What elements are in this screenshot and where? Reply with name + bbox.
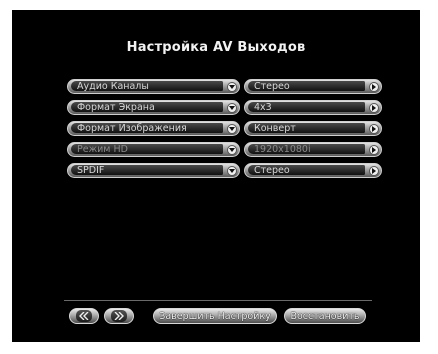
setting-name-label: Режим HD [77,144,128,155]
setting-name-label: Формат Изображения [77,123,187,134]
chevron-right-icon [369,103,379,113]
double-chevron-left-icon [76,310,92,322]
chevron-down-icon [227,124,237,134]
setting-name-screen-format[interactable]: Формат Экрана [67,100,240,115]
setting-name-label: Аудио Каналы [77,81,149,92]
setting-name-spdif[interactable]: SPDIF [67,163,240,178]
finish-setup-button[interactable]: Завершить Настройку [153,308,277,324]
next-page-button[interactable] [104,308,134,324]
setting-value-label: 4x3 [254,102,272,113]
double-chevron-right-icon [111,310,127,322]
chevron-right-icon [369,82,379,92]
chevron-down-icon [227,145,237,155]
chevron-right-icon [369,124,379,134]
prev-page-button[interactable] [69,308,99,324]
setting-name-label: Формат Экрана [77,102,155,113]
chevron-down-icon [227,82,237,92]
setting-name-audio-channels[interactable]: Аудио Каналы [67,79,240,94]
setting-name-hd-mode[interactable]: Режим HD [67,142,240,157]
setting-value-audio-channels[interactable]: Стерео [244,79,382,94]
setting-value-label: Стерео [254,81,290,92]
setting-value-screen-format[interactable]: 4x3 [244,100,382,115]
setting-value-label: Конверт [254,123,296,134]
setting-value-label: 1920x1080i [254,144,311,155]
footer-divider [64,300,372,301]
chevron-right-icon [369,145,379,155]
page-title: Настройка AV Выходов [126,40,306,55]
setting-value-spdif[interactable]: Стерео [244,163,382,178]
setting-name-label: SPDIF [77,165,105,176]
setting-name-image-format[interactable]: Формат Изображения [67,121,240,136]
setting-value-hd-mode[interactable]: 1920x1080i [244,142,382,157]
setting-value-label: Стерео [254,165,290,176]
restore-defaults-button[interactable]: Восстановить [284,308,366,324]
tv-screen: Настройка AV Выходов Аудио Каналы Стерео… [12,10,420,342]
setting-value-image-format[interactable]: Конверт [244,121,382,136]
chevron-right-icon [369,166,379,176]
chevron-down-icon [227,103,237,113]
chevron-down-icon [227,166,237,176]
